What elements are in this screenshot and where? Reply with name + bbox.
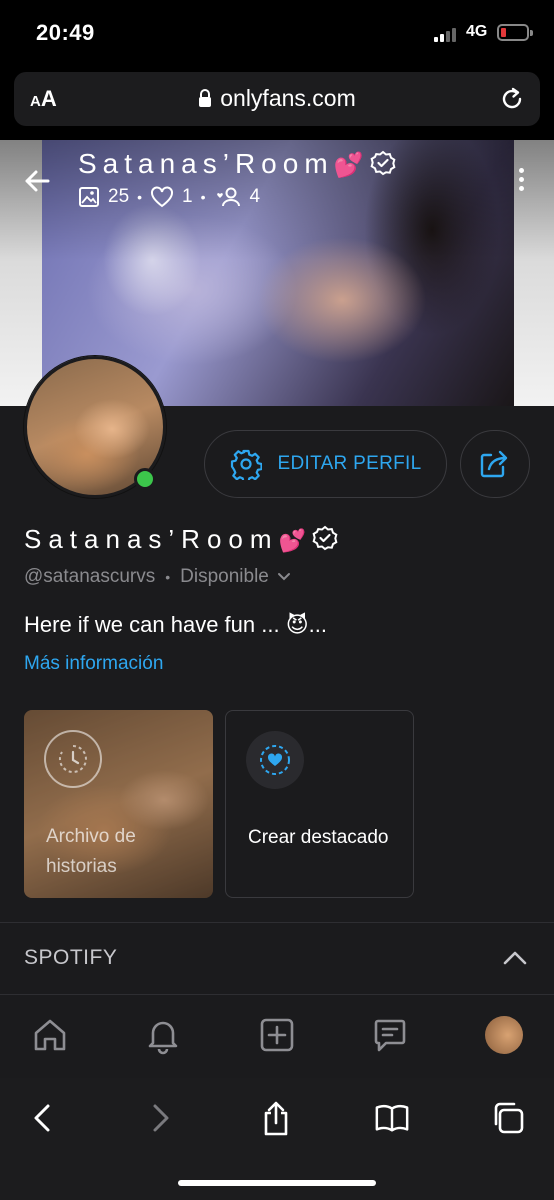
divider — [0, 922, 554, 923]
image-icon — [79, 187, 99, 207]
verified-icon — [370, 150, 396, 176]
gear-icon — [230, 449, 262, 480]
reload-icon[interactable] — [498, 85, 526, 113]
highlight-heart-icon — [246, 731, 304, 789]
chevron-up-icon[interactable] — [502, 948, 528, 968]
status-bar: 20:49 4G — [0, 0, 554, 64]
forward-icon[interactable] — [143, 1100, 179, 1136]
heart-icon — [151, 186, 174, 208]
lock-icon — [199, 89, 212, 107]
handle-row: @satanascurvs • Disponible — [24, 566, 291, 588]
bottom-navigation — [0, 994, 554, 1078]
share-icon — [480, 450, 508, 478]
fans-count: 4 — [249, 186, 261, 207]
story-archive-label: Archivo de historias — [46, 826, 136, 877]
home-icon[interactable] — [30, 1015, 70, 1055]
share-profile-button[interactable] — [460, 430, 530, 498]
browser-address-area: AA onlyfans.com — [0, 64, 554, 140]
tabs-icon[interactable] — [490, 1100, 526, 1136]
plus-square-icon[interactable] — [257, 1015, 297, 1055]
clock-time: 20:49 — [36, 20, 95, 45]
url-text: onlyfans.com — [220, 85, 356, 111]
battery-icon — [497, 24, 533, 41]
bell-icon[interactable] — [143, 1015, 183, 1055]
profile-stats: 25 • 1 • 4 — [78, 186, 260, 208]
spotify-section-title[interactable]: SPOTIFY — [24, 946, 117, 970]
create-highlight-label: Crear destacado — [248, 827, 389, 848]
verified-icon — [312, 525, 338, 551]
edit-profile-label: EDITAR PERFIL — [277, 453, 422, 474]
availability-dropdown[interactable]: Disponible — [180, 566, 291, 588]
create-highlight-card[interactable]: Crear destacado — [225, 710, 414, 898]
more-info-link[interactable]: Más información — [24, 653, 163, 675]
clock-icon — [44, 730, 102, 788]
profile-bio: Here if we can have fun ... 😈... — [24, 612, 327, 637]
kebab-icon[interactable] — [516, 168, 526, 194]
availability-label: Disponible — [180, 566, 269, 587]
profile-name: Satanas’Room💕 — [24, 524, 338, 555]
network-label: 4G — [466, 23, 488, 40]
online-status-indicator — [134, 468, 156, 490]
nav-avatar[interactable] — [484, 1015, 524, 1055]
home-indicator — [178, 1180, 376, 1186]
book-icon[interactable] — [374, 1100, 410, 1136]
likes-count: 1 — [182, 186, 193, 207]
address-bar[interactable]: AA onlyfans.com — [14, 72, 540, 126]
chevron-down-icon — [277, 573, 290, 581]
back-arrow-icon[interactable] — [22, 166, 52, 196]
signal-icon — [434, 26, 460, 42]
fans-icon — [216, 187, 240, 207]
username-handle: @satanascurvs — [24, 566, 156, 587]
url-display[interactable]: onlyfans.com — [14, 85, 540, 112]
back-icon[interactable] — [24, 1100, 60, 1136]
media-count: 25 — [108, 186, 130, 207]
edit-profile-button[interactable]: EDITAR PERFIL — [204, 430, 447, 498]
share-sheet-icon[interactable] — [258, 1100, 294, 1136]
cover-profile-title: Satanas’Room💕 — [78, 148, 396, 180]
story-archive-card[interactable]: Archivo de historias — [24, 710, 213, 898]
message-icon[interactable] — [370, 1015, 410, 1055]
